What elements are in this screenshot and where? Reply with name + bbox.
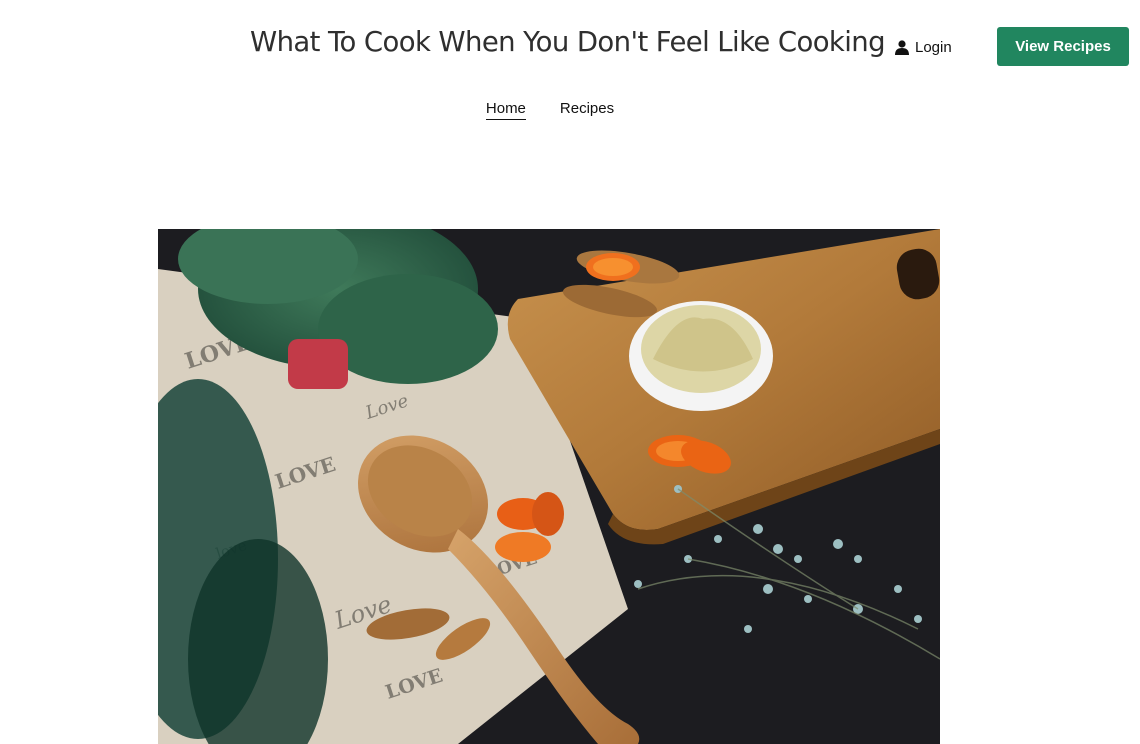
login-label: Login: [915, 38, 952, 56]
nav-home[interactable]: Home: [485, 100, 526, 120]
nav-recipes[interactable]: Recipes: [560, 100, 614, 120]
site-title: What To Cook When You Don't Feel Like Co…: [250, 26, 886, 58]
user-icon: [894, 39, 910, 55]
hero-image: LOVE Love LOVE love Love LOVE love LOVE: [158, 229, 940, 744]
main-nav: Home Recipes: [0, 100, 1140, 120]
login-link[interactable]: Login: [894, 36, 952, 58]
view-recipes-button[interactable]: View Recipes: [997, 27, 1129, 66]
